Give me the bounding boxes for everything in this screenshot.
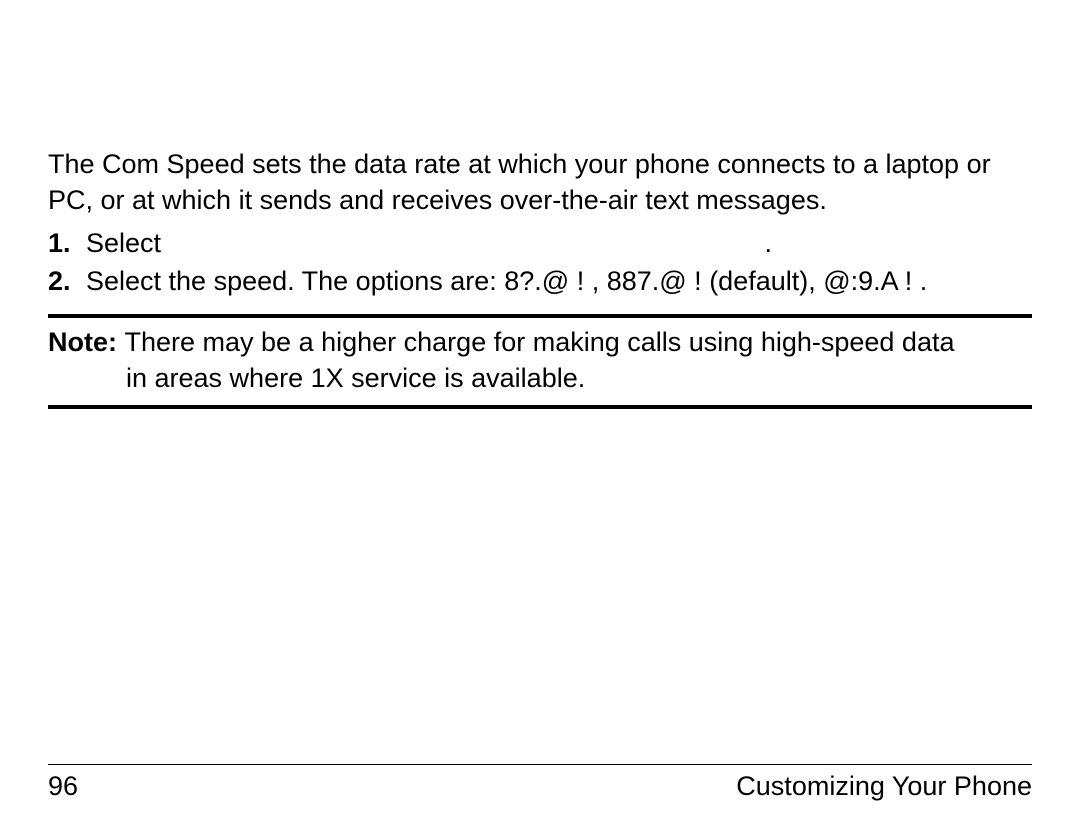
step-number: 2. xyxy=(48,263,86,299)
page-footer: 96 Customizing Your Phone xyxy=(48,764,1032,802)
note-text1: There may be a higher charge for making … xyxy=(125,327,955,357)
step-text: Select the speed. The options are: 8?.@ … xyxy=(86,263,1032,299)
intro-paragraph: The Com Speed sets the data rate at whic… xyxy=(48,146,1032,219)
step1-select: Select xyxy=(86,225,161,261)
step-text: Select . xyxy=(86,225,1032,261)
step-1: 1. Select . xyxy=(48,225,1032,261)
page-content: The Com Speed sets the data rate at whic… xyxy=(48,0,1032,409)
note-label: Note: xyxy=(48,327,125,357)
step-2: 2. Select the speed. The options are: 8?… xyxy=(48,263,1032,299)
note-block: Note: There may be a higher charge for m… xyxy=(48,314,1032,409)
note-line1: Note: There may be a higher charge for m… xyxy=(48,324,1032,360)
steps-list: 1. Select . 2. Select the speed. The opt… xyxy=(48,225,1032,300)
note-line2: in areas where 1X service is available. xyxy=(48,360,1032,396)
page-number: 96 xyxy=(48,771,78,802)
step-number: 1. xyxy=(48,225,86,261)
step1-dot: . xyxy=(764,225,1032,261)
footer-section: Customizing Your Phone xyxy=(736,771,1032,802)
